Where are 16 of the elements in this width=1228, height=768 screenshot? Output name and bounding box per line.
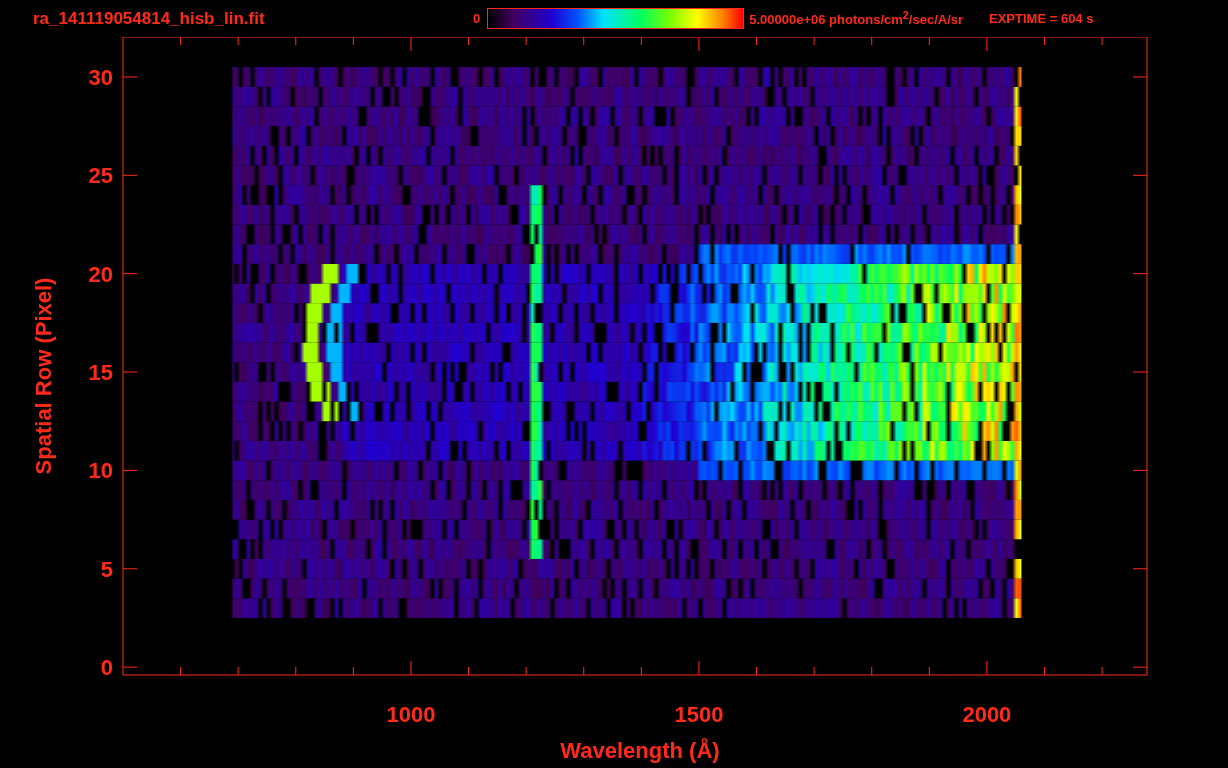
x-axis-title: Wavelength (Å) xyxy=(560,738,720,763)
colorbar-min-label: 0 xyxy=(473,11,481,26)
x-tick-label: 2000 xyxy=(962,702,1012,727)
y-tick-label: 25 xyxy=(88,163,113,189)
y-tick-label: 30 xyxy=(88,64,113,90)
y-axis-title: Spatial Row (Pixel) xyxy=(31,277,56,475)
y-tick-label: 0 xyxy=(100,655,113,681)
y-tick-label: 5 xyxy=(100,556,113,582)
exposure-time: EXPTIME = 604 s xyxy=(989,11,1094,26)
file-title: ra_141119054814_hisb_lin.fit xyxy=(33,8,266,29)
y-tick-label: 10 xyxy=(88,458,113,484)
y-tick-label: 15 xyxy=(88,360,113,386)
y-tick-label: 20 xyxy=(88,261,113,287)
x-tick-label: 1000 xyxy=(386,702,436,727)
x-tick-label: 1500 xyxy=(674,702,724,727)
colorbar-max-label: 5.00000e+06 photons/cm$^{2}$/sec/A/sr xyxy=(749,9,964,28)
